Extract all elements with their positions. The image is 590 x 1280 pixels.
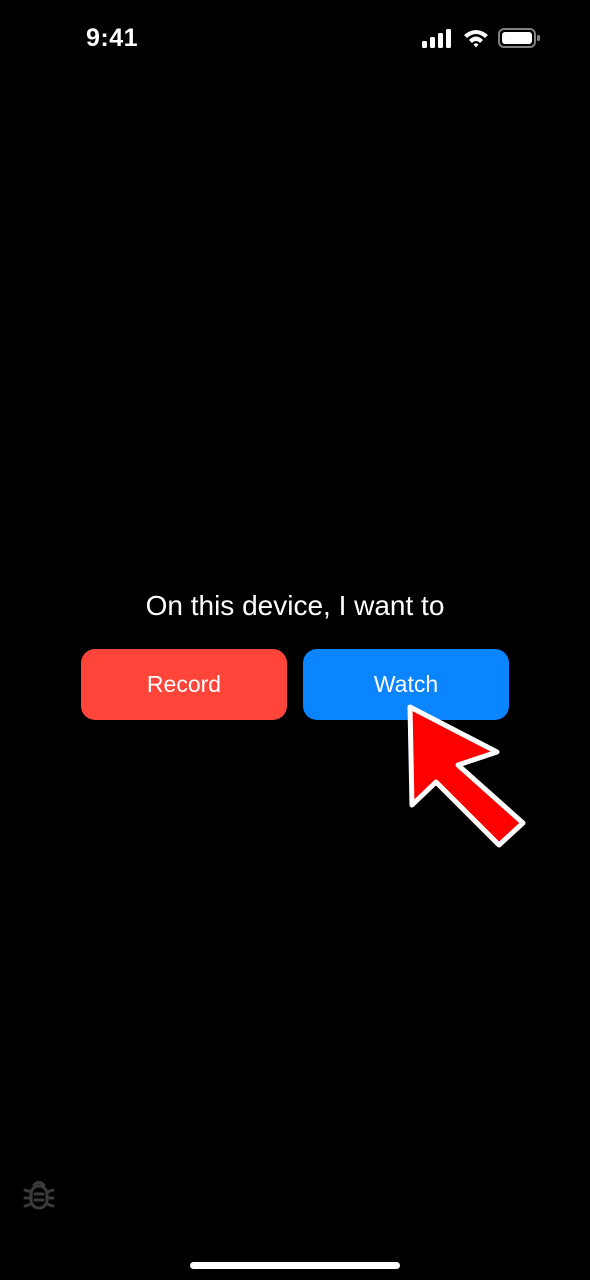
record-button[interactable]: Record: [81, 649, 287, 720]
record-button-label: Record: [146, 671, 222, 697]
status-bar: 9:41: [0, 0, 590, 80]
wifi-icon: [462, 28, 490, 53]
status-icons: [422, 28, 540, 53]
home-indicator[interactable]: [190, 1262, 400, 1269]
watch-button[interactable]: Watch: [303, 649, 509, 720]
cellular-signal-icon: [422, 28, 454, 53]
prompt-text: On this device, I want to: [145, 590, 445, 621]
battery-icon: [498, 28, 540, 53]
bug-icon[interactable]: [22, 1178, 56, 1212]
watch-button-label: Watch: [373, 671, 439, 697]
status-time: 9:41: [86, 24, 139, 52]
